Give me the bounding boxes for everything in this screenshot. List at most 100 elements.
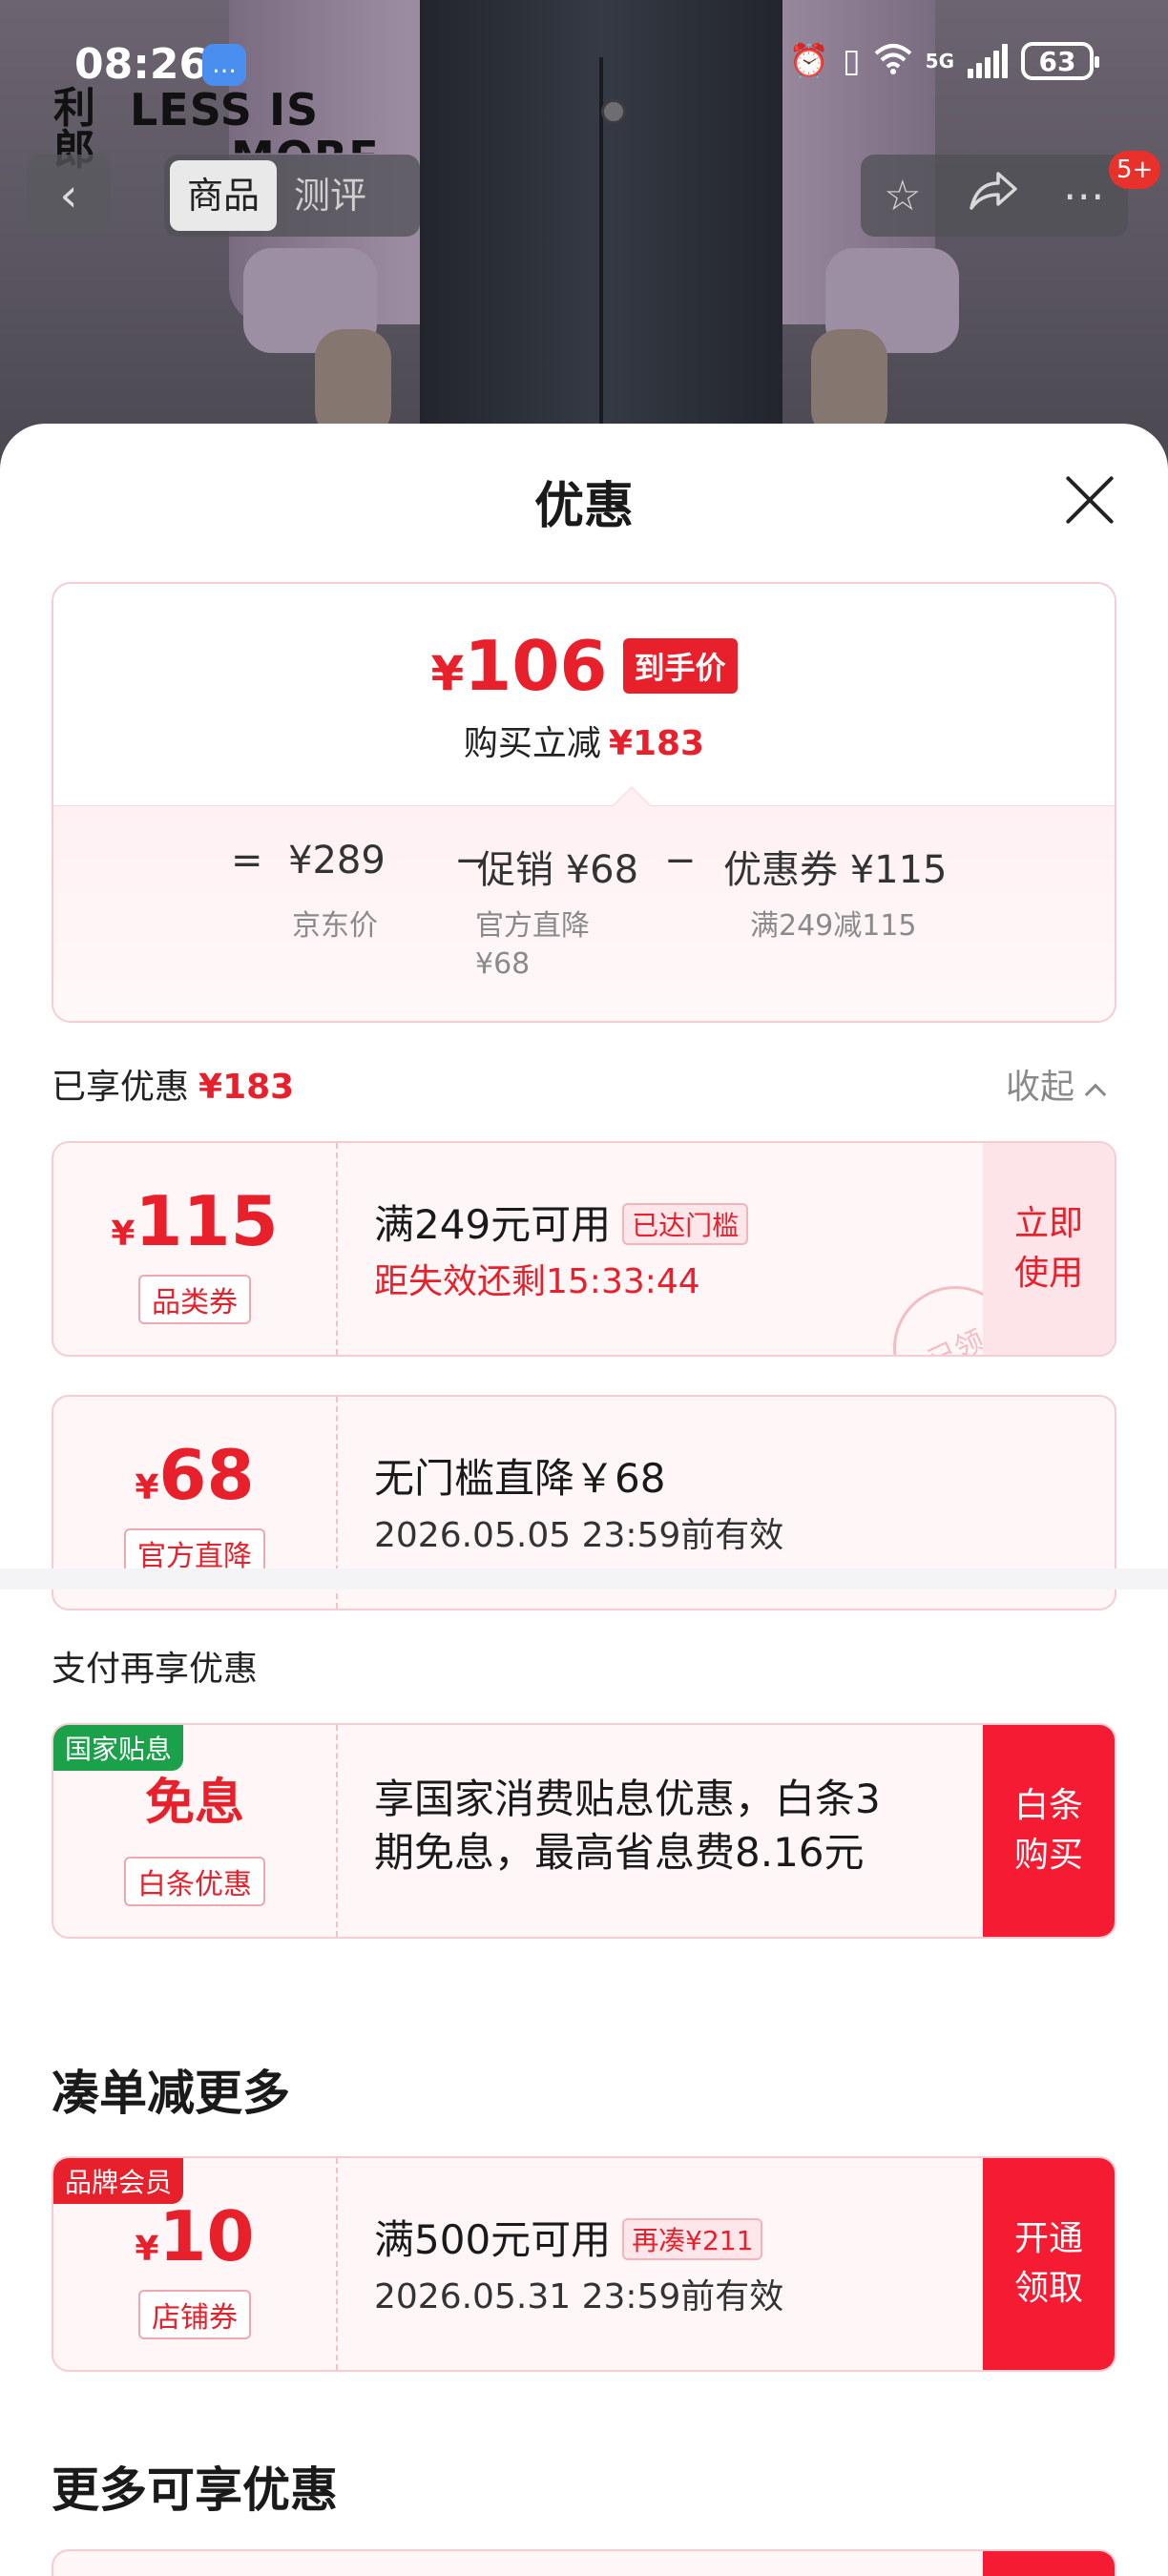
coupon-type: 品类券 bbox=[53, 1275, 336, 1324]
share-icon[interactable] bbox=[968, 170, 1017, 222]
interest-free-label: 免息 bbox=[144, 1775, 244, 1832]
section-separator bbox=[0, 1568, 1168, 1589]
coupon-amount: ¥68 bbox=[53, 1441, 336, 1509]
formula-coupon-sub: 满249减115 bbox=[750, 909, 917, 943]
coupon-amount-value: 68 bbox=[158, 1435, 255, 1515]
coupon-type-label: 品类券 bbox=[138, 1275, 251, 1324]
nav-tabs: 商品 测评 bbox=[164, 155, 420, 237]
gov-subsidy-tag: 国家贴息 bbox=[53, 1725, 184, 1771]
message-notification-icon: … bbox=[202, 44, 246, 86]
use-now-label: 立即使用 bbox=[1013, 1204, 1083, 1293]
chevron-up-icon bbox=[1084, 1083, 1107, 1106]
coupon-currency: ¥ bbox=[111, 1215, 136, 1254]
star-icon[interactable]: ☆ bbox=[884, 172, 921, 220]
status-time: 08:26 bbox=[74, 40, 209, 89]
formula-minus-2: − bbox=[664, 839, 697, 883]
photo-hand-left bbox=[315, 329, 391, 439]
more-section-title: 凑单减更多 bbox=[52, 2066, 290, 2121]
extra-section-title: 更多可享优惠 bbox=[52, 2462, 338, 2518]
battery-icon: 63 bbox=[1021, 42, 1099, 80]
status-icons: ⏰ ▯ 5G 63 bbox=[788, 42, 1099, 80]
brand-member-tag: 品牌会员 bbox=[53, 2158, 184, 2204]
coupon-validity: 2026.05.31 23:59前有效 bbox=[374, 2277, 784, 2316]
coupon-currency: ¥ bbox=[135, 2230, 159, 2269]
formula-coupon: 优惠券 ¥115 bbox=[723, 848, 948, 892]
nav-actions: ☆ ⋯ bbox=[861, 155, 1128, 237]
coupon-type-label: 白条优惠 bbox=[124, 1857, 265, 1906]
formula-base-sub: 京东价 bbox=[292, 909, 378, 943]
formula-promo: 促销 ¥68 bbox=[477, 848, 639, 892]
coupon-chip: 再凑¥211 bbox=[622, 2217, 763, 2260]
coupon-title: 无门槛直降￥68 bbox=[374, 1455, 666, 1502]
coupon-title-text: 满500元可用 bbox=[374, 2216, 612, 2263]
coupon-chip: 已达门槛 bbox=[622, 1202, 749, 1245]
enjoyed-label: 已享优惠 bbox=[52, 1068, 190, 1107]
use-now-button[interactable]: 立即使用 bbox=[983, 1143, 1115, 1355]
coupon-amount: ¥10 bbox=[53, 2202, 336, 2271]
back-button[interactable]: ‹ bbox=[27, 155, 111, 237]
final-price-row: ¥106 到手价 bbox=[53, 632, 1115, 700]
coupon-divider bbox=[336, 1725, 338, 1937]
formula-equals: = bbox=[231, 839, 263, 883]
enjoyed-row: 已享优惠 ¥183 bbox=[52, 1059, 294, 1109]
coupon-title: 满249元可用 已达门槛 bbox=[374, 1193, 749, 1251]
pay-coupon-description: 享国家消费贴息优惠，白条3期免息，最高省息费8.16元 bbox=[374, 1776, 881, 1876]
price-summary-card: ¥106 到手价 购买立减 ¥183 = ¥289 − 促销 ¥68 − 优惠券 … bbox=[52, 582, 1116, 1023]
coupon-countdown: 距失效还剩15:33:44 bbox=[374, 1262, 700, 1301]
collapse-label: 收起 bbox=[1006, 1068, 1075, 1107]
collapse-button[interactable]: 收起 bbox=[1006, 1059, 1107, 1109]
coupon-type: 店铺券 bbox=[53, 2290, 336, 2339]
app-root: 利郎 LESS IS MORE 08:26 … ⏰ ▯ 5G 63 ‹ 商品 测… bbox=[0, 0, 1168, 2576]
coupon-amount: ¥115 bbox=[53, 1187, 336, 1256]
wifi-icon bbox=[874, 42, 912, 80]
final-price-value: 106 bbox=[464, 626, 608, 706]
save-row: 购买立减 ¥183 bbox=[53, 716, 1115, 765]
coupon-currency: ¥ bbox=[135, 1468, 159, 1507]
final-price-currency: ¥ bbox=[430, 646, 465, 701]
member-coupon-card: 品牌会员 ¥10 店铺券 满500元可用 再凑¥211 2026.05.31 23… bbox=[52, 2156, 1116, 2372]
tab-product[interactable]: 商品 bbox=[170, 160, 278, 231]
coupon-validity: 2026.05.05 23:59前有效 bbox=[374, 1516, 784, 1555]
status-bar: 08:26 … ⏰ ▯ 5G 63 bbox=[0, 38, 1168, 95]
pay-coupon-card: 国家贴息 免息 白条优惠 享国家消费贴息优惠，白条3期免息，最高省息费8.16元… bbox=[52, 1723, 1116, 1939]
coupon-title-text: 满249元可用 bbox=[374, 1201, 612, 1248]
sheet-title: 优惠 bbox=[533, 478, 634, 535]
coupon-type: 白条优惠 bbox=[53, 1857, 336, 1906]
vibrate-icon: ▯ bbox=[842, 42, 861, 80]
coupon-amount-value: 10 bbox=[158, 2196, 255, 2276]
open-claim-label: 开通领取 bbox=[1013, 2219, 1083, 2308]
network-type: 5G bbox=[925, 50, 954, 73]
baitiao-buy-button[interactable]: 白条购买 bbox=[983, 1725, 1115, 1937]
more-icon[interactable]: ⋯ bbox=[1063, 172, 1105, 220]
chevron-left-icon: ‹ bbox=[59, 169, 78, 222]
formula-promo-sub: 官方直降 ¥68 bbox=[475, 909, 590, 981]
save-label: 购买立减 bbox=[463, 724, 601, 763]
coupon-left: ¥115 品类券 bbox=[53, 1143, 336, 1355]
final-price-tag: 到手价 bbox=[622, 638, 738, 694]
coupon-divider bbox=[336, 2158, 338, 2370]
coupon-title: 满500元可用 再凑¥211 bbox=[374, 2208, 763, 2266]
alarm-icon: ⏰ bbox=[788, 42, 829, 80]
coupon-amount-value: 115 bbox=[135, 1181, 279, 1261]
save-amount: ¥183 bbox=[608, 724, 705, 763]
price-formula: = ¥289 − 促销 ¥68 − 优惠券 ¥115 京东价 官方直降 ¥68 … bbox=[53, 805, 1115, 1021]
pay-section-label: 支付再享优惠 bbox=[52, 1650, 259, 1689]
tab-review[interactable]: 测评 bbox=[277, 160, 384, 231]
final-price: ¥106 bbox=[430, 632, 607, 700]
photo-hand-right bbox=[811, 329, 887, 439]
coupon-type-label: 店铺券 bbox=[138, 2290, 251, 2339]
peek-coupon-card bbox=[52, 2549, 1116, 2576]
baitiao-buy-label: 白条购买 bbox=[1013, 1786, 1083, 1875]
photo-jeans-button bbox=[601, 99, 626, 124]
coupon-card: ¥115 品类券 满249元可用 已达门槛 距失效还剩15:33:44 已领 立即… bbox=[52, 1141, 1116, 1357]
close-button[interactable] bbox=[1061, 471, 1118, 529]
peek-coupon-button[interactable] bbox=[983, 2551, 1115, 2576]
price-summary-top: ¥106 到手价 购买立减 ¥183 bbox=[53, 584, 1115, 805]
open-claim-button[interactable]: 开通领取 bbox=[983, 2158, 1115, 2370]
enjoyed-amount: ¥183 bbox=[198, 1068, 295, 1107]
signal-icon bbox=[968, 44, 1008, 78]
formula-row: = ¥289 − 促销 ¥68 − 优惠券 ¥115 bbox=[53, 839, 1115, 896]
notification-badge: 5+ bbox=[1109, 151, 1161, 189]
coupon-divider bbox=[336, 1143, 338, 1355]
formula-base: ¥289 bbox=[288, 839, 386, 883]
